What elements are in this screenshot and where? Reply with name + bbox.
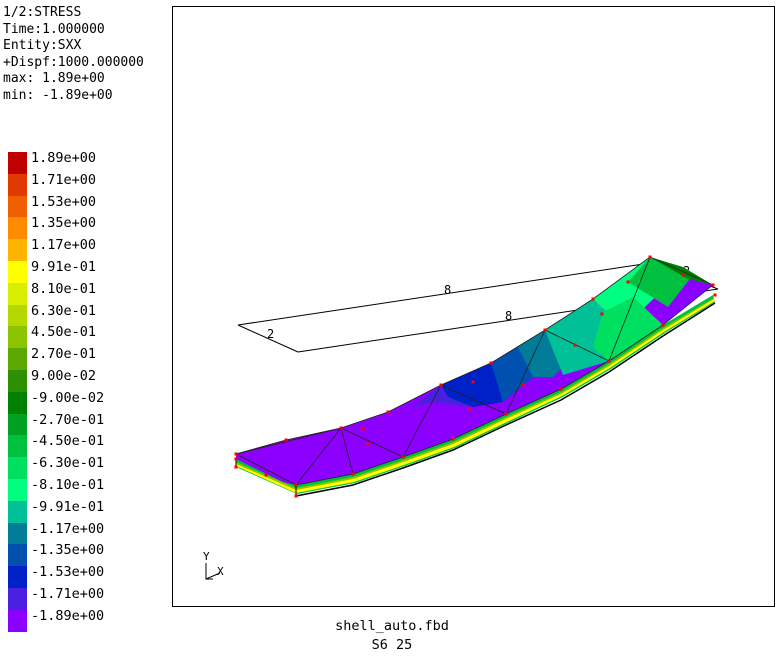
node-marker xyxy=(648,255,652,259)
legend-label: 1.71e+00 xyxy=(31,171,97,188)
status-label: S6 25 xyxy=(371,637,413,653)
node-marker xyxy=(573,343,577,347)
displacement-factor-label: +Dispf:1000.000000 xyxy=(3,54,144,70)
legend-label: -1.17e+00 xyxy=(31,520,105,537)
legend-swatch xyxy=(8,282,27,305)
footer: shell_auto.fbd S6 25 xyxy=(172,617,612,655)
legend-label: 1.35e+00 xyxy=(31,215,97,232)
time-label: Time:1.000000 xyxy=(3,21,105,37)
edge-label-bottom: 8 xyxy=(505,309,512,323)
legend-swatch xyxy=(8,500,27,523)
legend-swatch xyxy=(8,544,27,567)
legend-swatch xyxy=(8,588,27,610)
node-marker xyxy=(361,427,365,431)
legend-swatch xyxy=(8,391,27,414)
legend-label: -1.35e+00 xyxy=(31,542,105,559)
node-marker xyxy=(468,407,472,411)
node-marker xyxy=(559,387,563,391)
node-marker xyxy=(489,361,493,365)
entity-label: Entity:SXX xyxy=(3,38,82,53)
legend-label: 4.50e-01 xyxy=(31,324,97,341)
legend-swatch xyxy=(8,326,27,349)
node-marker xyxy=(451,437,455,441)
edge-label-top: 8 xyxy=(444,283,451,297)
node-marker xyxy=(543,328,547,332)
node-marker xyxy=(591,297,595,301)
node-marker xyxy=(386,410,390,414)
axis-y-label: Y xyxy=(203,550,210,563)
node-marker xyxy=(711,283,715,287)
edge-label-left: 2 xyxy=(267,327,274,341)
dataset-label: 1/2:STRESS xyxy=(3,5,82,20)
legend-label: 8.10e-01 xyxy=(31,280,97,297)
min-value-label: min: -1.89e+00 xyxy=(3,87,113,103)
result-info-panel: 1/2:STRESS Time:1.000000 Entity:SXX +Dis… xyxy=(3,5,144,104)
node-marker xyxy=(471,380,475,384)
legend-swatch xyxy=(8,413,27,436)
node-marker xyxy=(439,383,443,387)
shell-top-surface xyxy=(236,257,713,485)
legend-label: -1.53e+00 xyxy=(31,564,105,581)
filename-label: shell_auto.fbd xyxy=(335,618,449,634)
model-view[interactable]: 8 8 2 2 xyxy=(173,7,776,608)
node-marker xyxy=(284,438,288,442)
legend-swatch xyxy=(8,304,27,327)
node-marker xyxy=(521,383,525,387)
node-marker xyxy=(294,494,298,498)
legend-swatch xyxy=(8,370,27,392)
legend-label: -9.00e-02 xyxy=(31,389,105,406)
legend-label: 1.17e+00 xyxy=(31,237,97,254)
node-marker xyxy=(339,426,343,430)
legend-label: 6.30e-01 xyxy=(31,302,97,319)
graphics-viewport[interactable]: 8 8 2 2 xyxy=(172,6,775,607)
legend-swatch xyxy=(8,609,27,632)
legend-label: -2.70e-01 xyxy=(31,411,105,428)
legend-label: 9.91e-01 xyxy=(31,259,97,275)
legend-swatch xyxy=(8,195,27,218)
node-marker xyxy=(234,457,238,461)
node-marker xyxy=(681,273,685,277)
node-marker xyxy=(366,442,370,446)
legend-swatch xyxy=(8,261,27,283)
node-marker xyxy=(713,293,717,297)
legend-label: 2.70e-01 xyxy=(31,346,97,363)
node-marker xyxy=(294,483,298,487)
legend-swatch xyxy=(8,479,27,501)
node-marker xyxy=(600,312,604,316)
legend-label: 1.53e+00 xyxy=(31,193,97,210)
legend-label: -1.71e+00 xyxy=(31,586,105,602)
node-marker xyxy=(607,359,611,363)
legend-swatch xyxy=(8,239,27,261)
legend-swatch xyxy=(8,435,27,458)
legend-swatch xyxy=(8,217,27,240)
node-marker xyxy=(234,465,238,469)
legend-swatch xyxy=(8,457,27,479)
legend-label: 1.89e+00 xyxy=(31,150,97,166)
node-marker xyxy=(661,323,665,327)
legend-swatch xyxy=(8,566,27,588)
node-marker xyxy=(234,452,238,456)
axis-x-label: X xyxy=(217,565,224,578)
node-marker xyxy=(504,412,508,416)
node-marker xyxy=(401,455,405,459)
node-marker xyxy=(264,473,268,477)
node-marker xyxy=(626,280,630,284)
legend-label: 9.00e-02 xyxy=(31,368,97,384)
legend-label: -9.91e-01 xyxy=(31,498,105,515)
max-value-label: max: 1.89e+00 xyxy=(3,71,105,86)
legend-swatch xyxy=(8,173,27,196)
node-marker xyxy=(351,472,355,476)
legend-label: -4.50e-01 xyxy=(31,433,105,450)
legend-label: -6.30e-01 xyxy=(31,455,105,472)
legend-swatch xyxy=(8,348,27,370)
legend-label: -8.10e-01 xyxy=(31,477,105,493)
legend-swatch xyxy=(8,522,27,545)
legend-swatch xyxy=(8,152,27,174)
legend-label: -1.89e+00 xyxy=(31,607,105,624)
